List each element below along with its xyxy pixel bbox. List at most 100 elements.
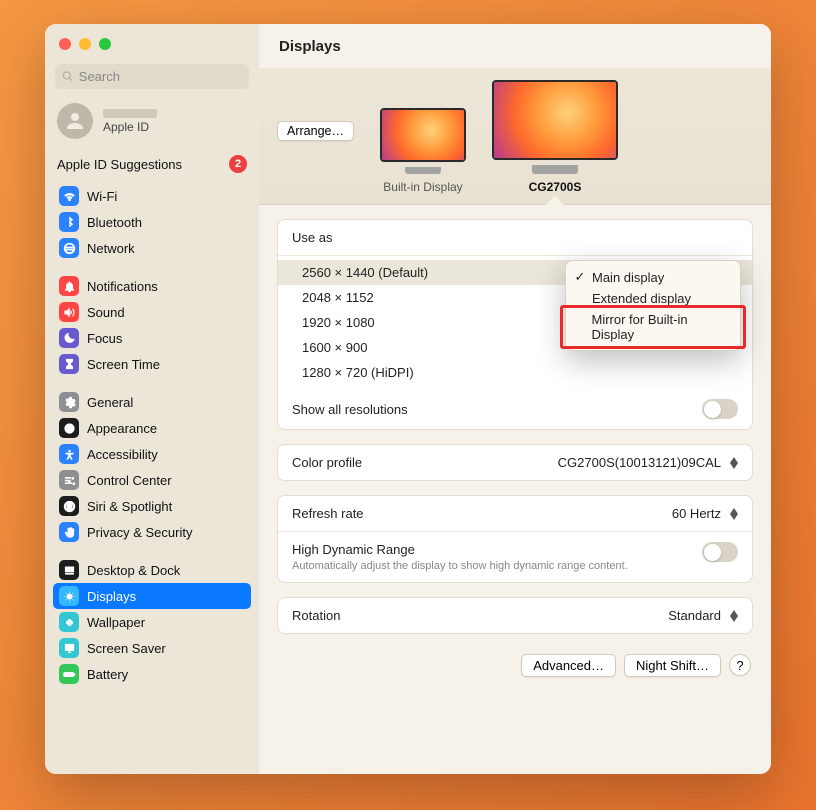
wifi-icon [59,186,79,206]
sidebar: Apple ID Apple ID Suggestions 2 Wi-Fi Blu… [45,24,259,774]
monitor-icon [492,80,618,160]
monitor-stand [405,167,441,174]
night-shift-button[interactable]: Night Shift… [624,654,721,677]
sidebar-item-control-center[interactable]: Control Center [53,467,251,493]
sidebar-item-privacy-security[interactable]: Privacy & Security [53,519,251,545]
display-thumb[interactable]: CG2700S [492,80,618,204]
arrange-button[interactable]: Arrange… [277,121,354,141]
sidebar-item-label: Appearance [87,421,157,436]
sidebar-item-general[interactable]: General [53,389,251,415]
close-button[interactable] [59,38,71,50]
apple-id-label: Apple ID [103,120,157,134]
sidebar-item-label: Wallpaper [87,615,145,630]
footer-buttons: Advanced… Night Shift… ? [277,648,753,683]
sidebar-item-desktop-dock[interactable]: Desktop & Dock [53,557,251,583]
display-thumb[interactable]: Built-in Display [380,108,466,204]
selected-display-pointer [546,195,564,205]
monitor-stand [532,165,578,174]
sidebar-item-label: Battery [87,667,128,682]
apple-id-row[interactable]: Apple ID [45,97,259,149]
system-settings-window: Apple ID Apple ID Suggestions 2 Wi-Fi Blu… [45,24,771,774]
sidebar-item-screen-time[interactable]: Screen Time [53,351,251,377]
sidebar-item-label: Accessibility [87,447,158,462]
show-all-label: Show all resolutions [292,402,408,417]
sidebar-item-label: General [87,395,133,410]
sidebar-item-accessibility[interactable]: Accessibility [53,441,251,467]
sidebar-item-label: Focus [87,331,122,346]
search-field[interactable] [55,64,249,89]
sidebar-item-label: Network [87,241,135,256]
sidebar-item-bluetooth[interactable]: Bluetooth [53,209,251,235]
show-all-toggle[interactable] [702,399,738,419]
advanced-button[interactable]: Advanced… [521,654,616,677]
resolution-option[interactable]: 1280 × 720 (HiDPI) [278,360,752,385]
updown-icon [730,457,738,469]
help-button[interactable]: ? [729,654,751,676]
gear-icon [59,392,79,412]
suggestions-label: Apple ID Suggestions [57,157,182,172]
display-label: Built-in Display [383,180,462,194]
minimize-button[interactable] [79,38,91,50]
sidebar-item-displays[interactable]: Displays [53,583,251,609]
rotation-row[interactable]: Rotation Standard [278,598,752,633]
sidebar-item-label: Screen Time [87,357,160,372]
sidebar-item-label: Sound [87,305,125,320]
sidebar-item-label: Siri & Spotlight [87,499,172,514]
sidebar-item-wallpaper[interactable]: Wallpaper [53,609,251,635]
display-label: CG2700S [529,180,582,194]
screensaver-icon [59,638,79,658]
use-as-popover: ✓ Main display Extended displayMirror for … [565,260,741,351]
sidebar-item-label: Privacy & Security [87,525,192,540]
color-profile-value: CG2700S(10013121)09CAL [558,455,721,470]
hdr-toggle[interactable] [702,542,738,562]
sidebar-item-sound[interactable]: Sound [53,299,251,325]
siri-icon [59,496,79,516]
sidebar-item-battery[interactable]: Battery [53,661,251,687]
updown-icon [730,610,738,622]
bell-icon [59,276,79,296]
flower-icon [59,612,79,632]
checkmark-icon: ✓ [574,269,586,285]
use-as-label: Use as [292,230,332,245]
hdr-row: High Dynamic Range Automatically adjust … [278,532,752,582]
appearance-icon [59,418,79,438]
rotation-label: Rotation [292,608,340,623]
color-profile-row[interactable]: Color profile CG2700S(10013121)09CAL [278,445,752,480]
network-icon [59,238,79,258]
apple-id-name-redacted [103,109,157,118]
sidebar-item-screen-saver[interactable]: Screen Saver [53,635,251,661]
sidebar-item-label: Wi-Fi [87,189,117,204]
use-as-row[interactable]: Use as [278,220,752,256]
sliders-icon [59,470,79,490]
color-profile-label: Color profile [292,455,362,470]
sound-icon [59,302,79,322]
popover-label: Main display [592,270,664,285]
sidebar-item-label: Screen Saver [87,641,166,656]
zoom-button[interactable] [99,38,111,50]
popover-option[interactable]: Mirror for Built-in Display [566,309,740,345]
search-input[interactable] [79,69,242,84]
battery-icon [59,664,79,684]
hdr-subtext: Automatically adjust the display to show… [292,560,628,572]
apple-id-suggestions[interactable]: Apple ID Suggestions 2 [45,149,259,183]
suggestions-badge: 2 [229,155,247,173]
sidebar-item-label: Desktop & Dock [87,563,180,578]
sidebar-item-label: Bluetooth [87,215,142,230]
main-header: Displays [259,24,771,68]
rotation-card: Rotation Standard [277,597,753,634]
popover-option[interactable]: Extended display [566,288,740,309]
sidebar-item-wi-fi[interactable]: Wi-Fi [53,183,251,209]
monitor-icon [380,108,466,162]
page-title: Displays [279,38,341,55]
search-icon [62,70,74,83]
sidebar-item-network[interactable]: Network [53,235,251,261]
popover-option[interactable]: ✓ Main display [566,266,740,288]
sidebar-item-notifications[interactable]: Notifications [53,273,251,299]
moon-icon [59,328,79,348]
refresh-hdr-card: Refresh rate 60 Hertz High Dynamic Range… [277,495,753,583]
sidebar-item-focus[interactable]: Focus [53,325,251,351]
refresh-rate-row[interactable]: Refresh rate 60 Hertz [278,496,752,532]
accessibility-icon [59,444,79,464]
sidebar-item-appearance[interactable]: Appearance [53,415,251,441]
sidebar-item-siri-spotlight[interactable]: Siri & Spotlight [53,493,251,519]
